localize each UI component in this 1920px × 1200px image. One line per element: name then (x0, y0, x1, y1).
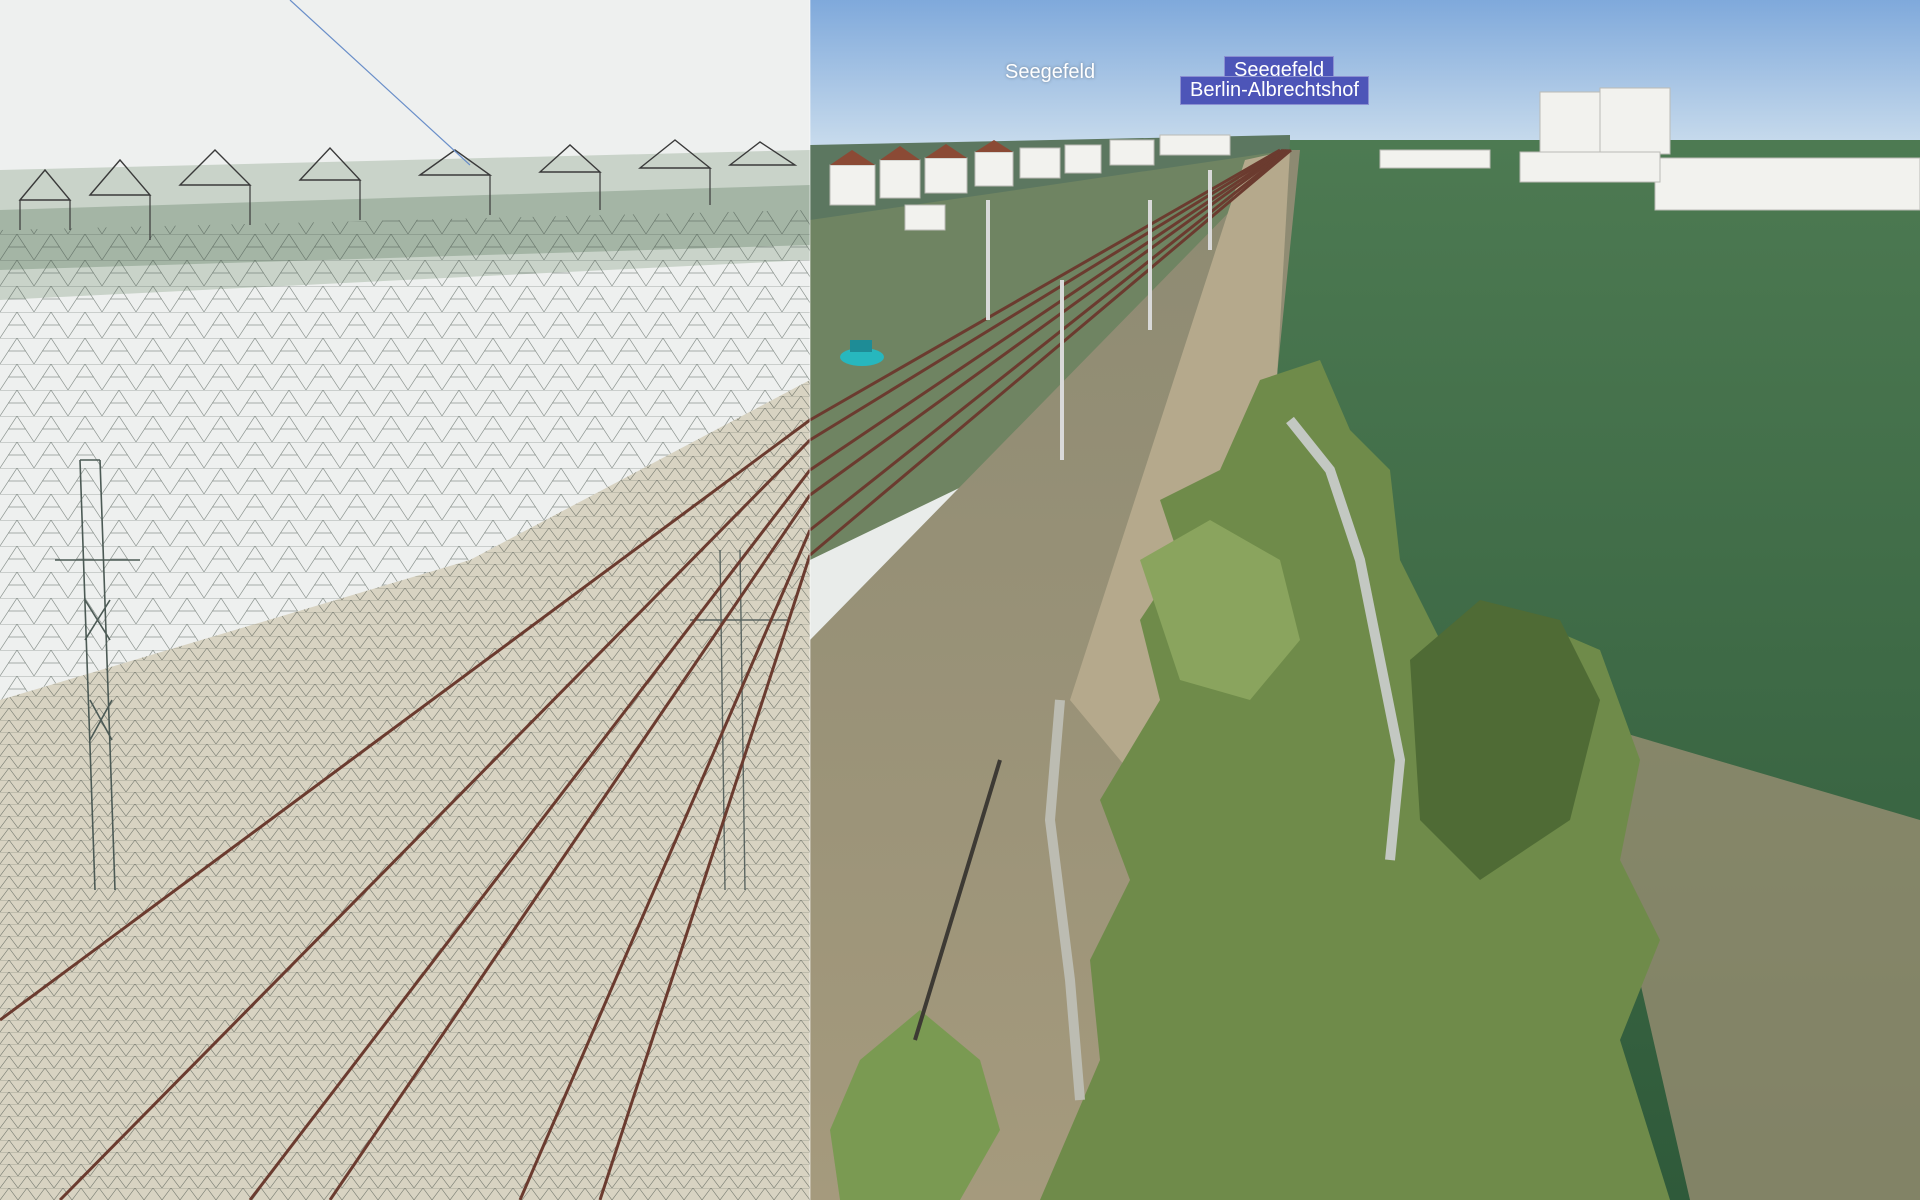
scene-canvas[interactable] (0, 0, 1920, 1200)
place-label-seegefeld[interactable]: Seegefeld (1005, 60, 1095, 84)
place-label-berlin-albrechtshof[interactable]: Berlin-Albrechtshof (1180, 76, 1369, 105)
textured-pane (809, 0, 1920, 1200)
wireframe-pane (0, 0, 812, 1200)
map-3d-viewport[interactable]: Seegefeld Seegefeld Berlin-Albrechtshof (0, 0, 1920, 1200)
